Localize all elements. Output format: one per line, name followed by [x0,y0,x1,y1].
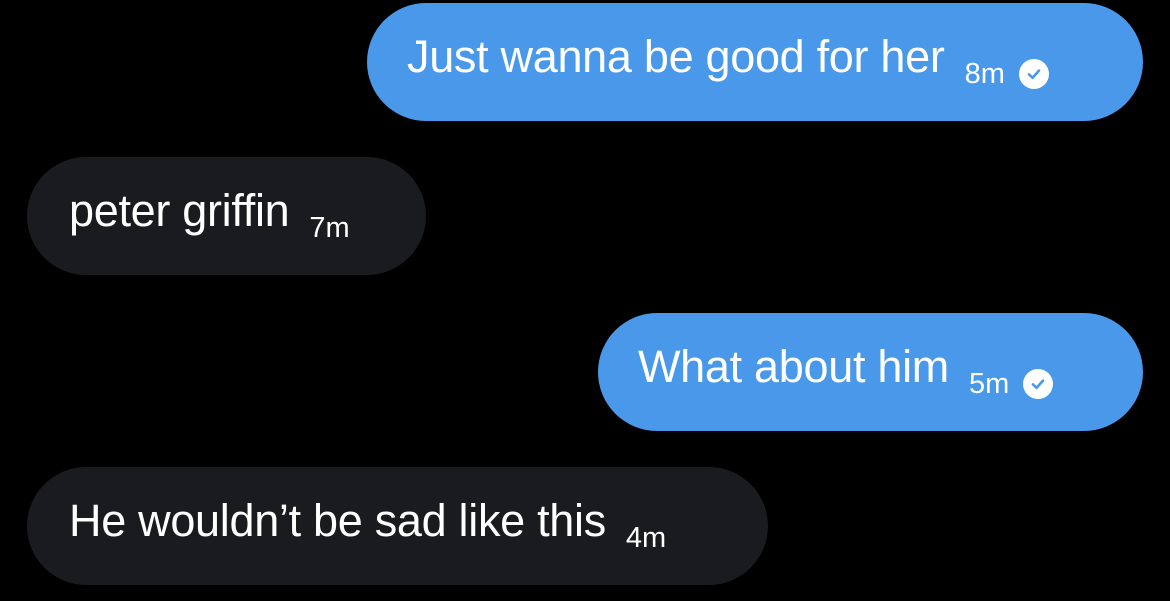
message-timestamp: 7m [309,211,350,244]
message-text: peter griffin [69,184,290,236]
message-text: What about him [638,340,949,392]
message-text: He wouldn’t be sad like this [69,494,606,546]
message-timestamp: 4m [625,521,667,554]
message-text: Just wanna be good for her [407,30,945,82]
message-timestamp: 8m [964,57,1005,90]
message-timestamp: 5m [968,367,1010,400]
received-message-bubble[interactable]: He wouldn’t be sad like this 4m [27,467,768,585]
received-message-bubble[interactable]: peter griffin 7m [27,157,426,275]
sent-message-bubble[interactable]: What about him 5m [598,313,1143,431]
sent-message-bubble[interactable]: Just wanna be good for her 8m [367,3,1143,121]
read-check-icon [1018,59,1049,89]
read-check-icon [1023,369,1054,399]
